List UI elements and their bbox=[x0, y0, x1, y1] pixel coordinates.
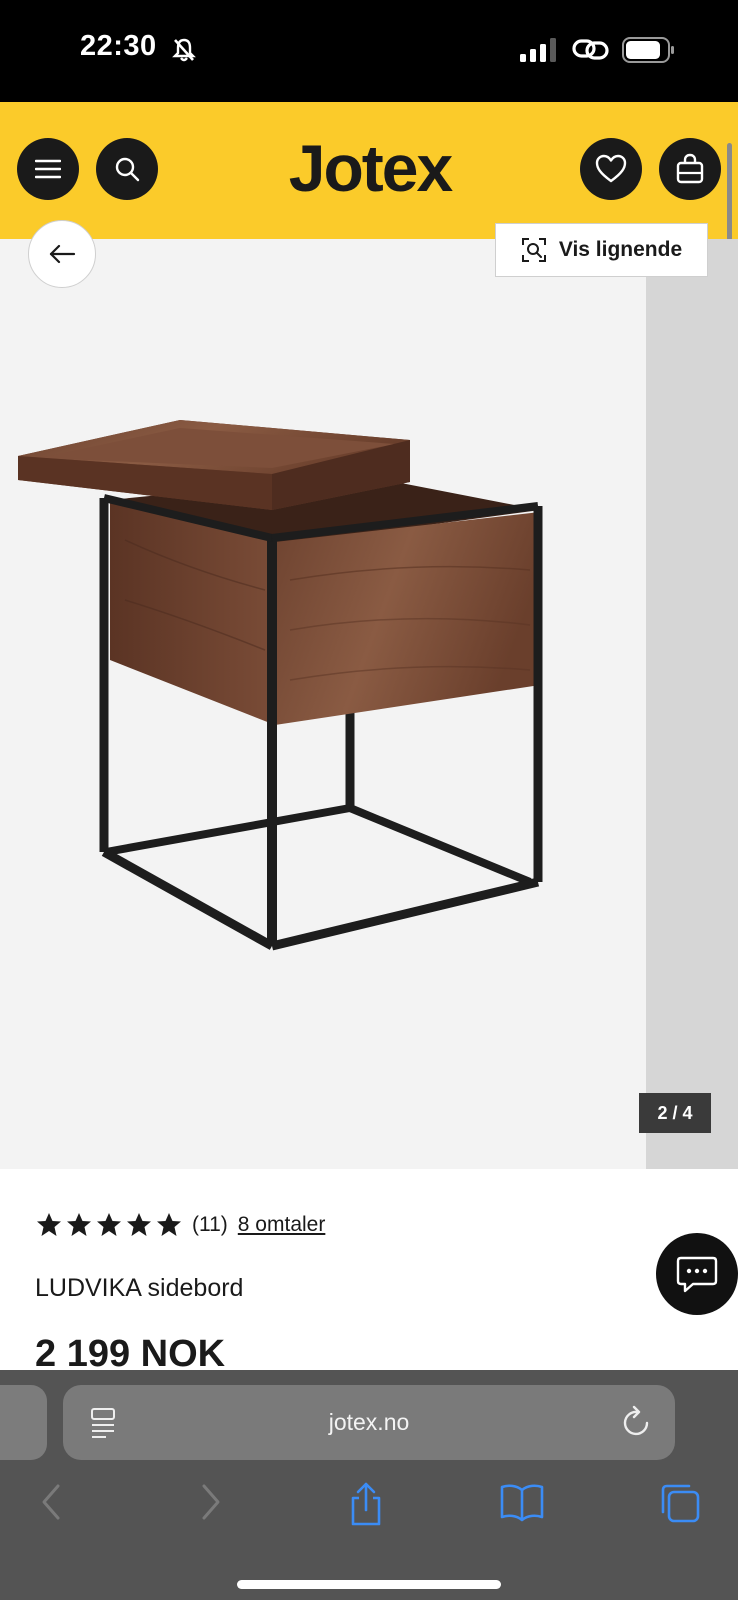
search-button[interactable] bbox=[96, 138, 158, 200]
chat-button[interactable] bbox=[656, 1233, 738, 1315]
browser-forward-icon[interactable] bbox=[196, 1482, 226, 1522]
show-similar-label: Vis lignende bbox=[558, 238, 683, 261]
visual-search-icon bbox=[521, 238, 546, 262]
cart-button[interactable] bbox=[659, 138, 721, 200]
next-image-peek[interactable] bbox=[646, 239, 738, 1169]
previous-tab-preview[interactable] bbox=[0, 1385, 47, 1460]
image-counter: 2 / 4 bbox=[639, 1093, 711, 1133]
back-button[interactable] bbox=[28, 220, 96, 288]
status-time: 22:30 bbox=[80, 30, 157, 62]
shopping-bag-icon bbox=[676, 153, 704, 184]
home-indicator[interactable] bbox=[237, 1580, 501, 1589]
browser-back-icon[interactable] bbox=[36, 1482, 66, 1522]
share-icon[interactable] bbox=[347, 1482, 385, 1526]
star-icon bbox=[97, 1213, 121, 1236]
url-text: jotex.no bbox=[328, 1409, 410, 1435]
jotex-logo[interactable]: Jotex bbox=[260, 130, 480, 206]
search-icon bbox=[115, 157, 140, 182]
address-bar[interactable]: jotex.no bbox=[63, 1385, 675, 1460]
battery-icon bbox=[622, 37, 674, 63]
rating-row: (11) 8 omtaler bbox=[36, 1212, 325, 1237]
rating-stars bbox=[36, 1212, 182, 1237]
reload-icon[interactable] bbox=[621, 1405, 653, 1439]
bookmarks-book-icon[interactable] bbox=[500, 1482, 544, 1522]
star-icon bbox=[127, 1213, 151, 1236]
signal-icon bbox=[520, 38, 556, 62]
rating-count: (11) bbox=[192, 1212, 228, 1236]
menu-button[interactable] bbox=[17, 138, 79, 200]
star-icon bbox=[67, 1213, 91, 1236]
tabs-overview-icon[interactable] bbox=[659, 1482, 701, 1524]
product-name: LUDVIKA sidebord bbox=[35, 1274, 244, 1302]
chat-bubble-icon bbox=[676, 1256, 718, 1293]
product-image-side-table bbox=[18, 420, 543, 951]
hamburger-icon bbox=[35, 159, 61, 179]
star-icon bbox=[37, 1213, 61, 1236]
show-similar-button[interactable]: Vis lignende bbox=[495, 223, 708, 277]
reviews-link[interactable]: 8 omtaler bbox=[238, 1213, 326, 1237]
star-icon bbox=[157, 1213, 181, 1236]
wishlist-button[interactable] bbox=[580, 138, 642, 200]
hotspot-link-icon bbox=[572, 39, 609, 60]
arrow-left-icon bbox=[49, 244, 76, 264]
heart-icon bbox=[595, 154, 627, 183]
bell-muted-icon bbox=[172, 38, 196, 62]
